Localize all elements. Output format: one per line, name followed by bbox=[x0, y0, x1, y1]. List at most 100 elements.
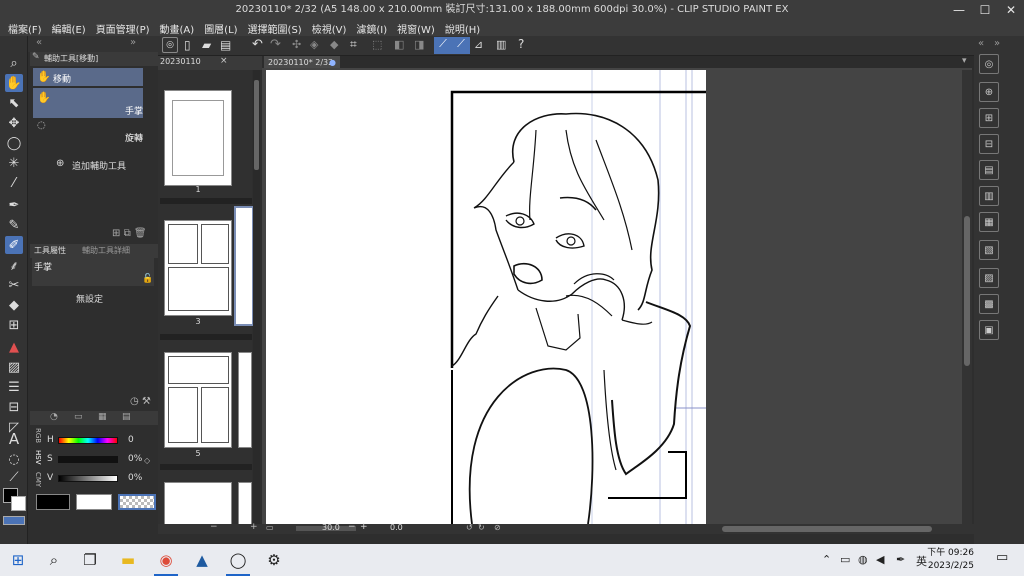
sub-color-chip[interactable] bbox=[76, 494, 112, 510]
ruler-tool-icon[interactable]: ⊟ bbox=[5, 398, 23, 416]
clock-icon[interactable]: ◷ bbox=[130, 396, 139, 407]
page-thumbnail[interactable] bbox=[164, 220, 232, 316]
task-view-icon[interactable]: ❐ bbox=[80, 550, 100, 570]
network-icon[interactable]: ◍ bbox=[858, 553, 868, 566]
wifi-icon[interactable]: ▭ bbox=[840, 553, 850, 566]
filter-button[interactable]: ▩ bbox=[979, 294, 999, 314]
menu-edit[interactable]: 編輯(E) bbox=[52, 21, 86, 36]
page-thumbnail[interactable] bbox=[164, 482, 232, 526]
collapse-icon[interactable]: « bbox=[978, 38, 984, 49]
file-explorer-icon[interactable]: ▬ bbox=[118, 550, 138, 570]
cmy-tab[interactable]: CMY bbox=[34, 472, 42, 487]
redo-icon[interactable]: ↷ bbox=[270, 37, 281, 52]
flip-icon[interactable]: ⊘ bbox=[494, 523, 501, 532]
move-layer-tool-icon[interactable]: ✥ bbox=[5, 114, 23, 132]
pencil-tool-icon[interactable]: ✎ bbox=[5, 216, 23, 234]
delete-subtool-icon[interactable]: 🗑 bbox=[134, 228, 147, 239]
menu-help[interactable]: 說明(H) bbox=[445, 21, 480, 36]
zoom-value[interactable]: 30.0 bbox=[322, 523, 340, 532]
photos-icon[interactable]: ▲ bbox=[192, 550, 212, 570]
page-thumbnail[interactable] bbox=[164, 90, 232, 186]
clock[interactable]: 下午 09:26 2023/2/25 bbox=[927, 547, 974, 573]
show-selection-icon[interactable]: ◨ bbox=[414, 38, 424, 51]
tab-menu-icon[interactable]: ▾ bbox=[962, 56, 967, 66]
pen-icon[interactable]: ✒ bbox=[896, 553, 905, 566]
search-icon[interactable]: ⌕ bbox=[44, 550, 64, 570]
show-hidden-icons[interactable]: ⌃ bbox=[822, 553, 831, 566]
tool-property-tab[interactable]: 工具屬性 bbox=[34, 245, 66, 256]
fill-icon[interactable]: ◆ bbox=[330, 38, 338, 51]
menu-window[interactable]: 視窗(W) bbox=[397, 21, 435, 36]
subtool-hand[interactable]: ✋ 手掌 bbox=[33, 88, 143, 118]
snap-ruler-icon[interactable]: ⟋ bbox=[434, 37, 452, 54]
edit-button[interactable]: ▨ bbox=[979, 268, 999, 288]
transform-icon[interactable]: ⌗ bbox=[350, 37, 357, 52]
settings-button[interactable]: ▣ bbox=[979, 320, 999, 340]
save-icon[interactable]: ▤ bbox=[220, 38, 231, 52]
undo-icon[interactable]: ↶ bbox=[252, 37, 263, 52]
subtool-rotate[interactable]: ◌ 旋轉 bbox=[33, 118, 143, 144]
page-zoom-out-icon[interactable]: − bbox=[210, 522, 218, 532]
material-button[interactable]: ▧ bbox=[979, 240, 999, 260]
snap-grid-icon[interactable]: ⊿ bbox=[474, 38, 483, 51]
wrench-icon[interactable]: ⚒ bbox=[142, 396, 151, 407]
page-manager-tab[interactable]: 20230110 × bbox=[158, 56, 262, 70]
color-wheel-icon[interactable]: ◔ bbox=[50, 412, 58, 422]
clip-studio-icon[interactable]: ◎ bbox=[162, 37, 178, 53]
rotate-left-icon[interactable]: ↺ bbox=[466, 523, 473, 532]
horizontal-scrollbar-thumb[interactable] bbox=[722, 526, 932, 532]
layer-button[interactable]: ▦ bbox=[979, 212, 999, 232]
page-settings-button[interactable]: ▤ bbox=[979, 160, 999, 180]
windows-start-icon[interactable]: ⊞ bbox=[8, 550, 28, 570]
stepper-icons[interactable]: ◇ bbox=[144, 433, 150, 488]
expand-panel-icon[interactable]: » bbox=[130, 37, 136, 48]
fill-tool-icon[interactable]: ▲ bbox=[5, 338, 23, 356]
deselect-icon[interactable]: ⬚ bbox=[372, 38, 382, 51]
page-list-scrollbar[interactable] bbox=[253, 70, 260, 524]
collapse-right-icon[interactable]: » bbox=[994, 38, 1000, 49]
export-button[interactable]: ⊕ bbox=[979, 82, 999, 102]
notification-icon[interactable]: ▭ bbox=[996, 550, 1008, 565]
figure-tool-icon[interactable]: ☰ bbox=[5, 378, 23, 396]
move-tool-icon[interactable]: ✋ bbox=[5, 74, 23, 92]
rgb-tab[interactable]: RGB bbox=[34, 428, 42, 443]
volume-icon[interactable]: ◀ bbox=[876, 553, 884, 566]
operation-tool-icon[interactable]: ⬉ bbox=[5, 94, 23, 112]
nav-icon[interactable]: ▭ bbox=[266, 523, 274, 532]
subtool-panel-tab[interactable]: ✎ 輔助工具[移動] bbox=[30, 52, 158, 66]
rotation-value[interactable]: 0.0 bbox=[390, 523, 403, 532]
pen-tool-icon[interactable]: ✒ bbox=[5, 196, 23, 214]
save-button[interactable]: ⊟ bbox=[979, 134, 999, 154]
transparent-color-swatch[interactable] bbox=[3, 516, 25, 525]
eyedropper-tool-icon[interactable]: ⁄ bbox=[5, 174, 23, 192]
maximize-button[interactable]: ☐ bbox=[972, 0, 998, 20]
color-history-icon[interactable]: ▤ bbox=[122, 412, 131, 422]
correct-line-tool-icon[interactable]: ⟋ bbox=[5, 468, 23, 486]
close-button[interactable]: ✕ bbox=[998, 0, 1024, 20]
menu-select[interactable]: 選擇範圍(S) bbox=[248, 21, 302, 36]
page-thumbnail[interactable] bbox=[238, 482, 252, 526]
clear-icon[interactable]: ✣ bbox=[292, 38, 301, 51]
menu-file[interactable]: 檔案(F) bbox=[8, 21, 42, 36]
menu-layer[interactable]: 圖層(L) bbox=[204, 21, 237, 36]
airbrush-tool-icon[interactable]: ⸙ bbox=[5, 256, 23, 274]
color-slider-icon[interactable]: ▭ bbox=[74, 412, 83, 422]
zoom-in-icon[interactable]: + bbox=[360, 522, 368, 532]
decoration-tool-icon[interactable]: ✂ bbox=[5, 276, 23, 294]
balloon-tool-icon[interactable]: ◌ bbox=[5, 450, 23, 468]
input-method-icon[interactable]: 英 bbox=[916, 553, 927, 569]
subtool-move[interactable]: ✋ 移動 bbox=[33, 68, 143, 86]
hue-slider[interactable] bbox=[58, 437, 118, 444]
rotate-right-icon[interactable]: ↻ bbox=[478, 523, 485, 532]
gradient-tool-icon[interactable]: ▨ bbox=[5, 358, 23, 376]
copy-subtool-icon[interactable]: ⧉ bbox=[124, 228, 131, 239]
lock-icon[interactable]: 🔓 bbox=[142, 274, 153, 284]
saturation-slider[interactable] bbox=[58, 456, 118, 463]
invert-selection-icon[interactable]: ◧ bbox=[394, 38, 404, 51]
page-thumbnail[interactable] bbox=[238, 352, 252, 448]
snap-special-ruler-icon[interactable]: ⟋ bbox=[452, 37, 470, 54]
menu-animation[interactable]: 動畫(A) bbox=[160, 21, 195, 36]
open-file-icon[interactable]: ▰ bbox=[202, 38, 211, 52]
clip-studio-taskbar-icon[interactable]: ◯ bbox=[228, 550, 248, 570]
transparent-color-chip[interactable] bbox=[118, 494, 156, 510]
